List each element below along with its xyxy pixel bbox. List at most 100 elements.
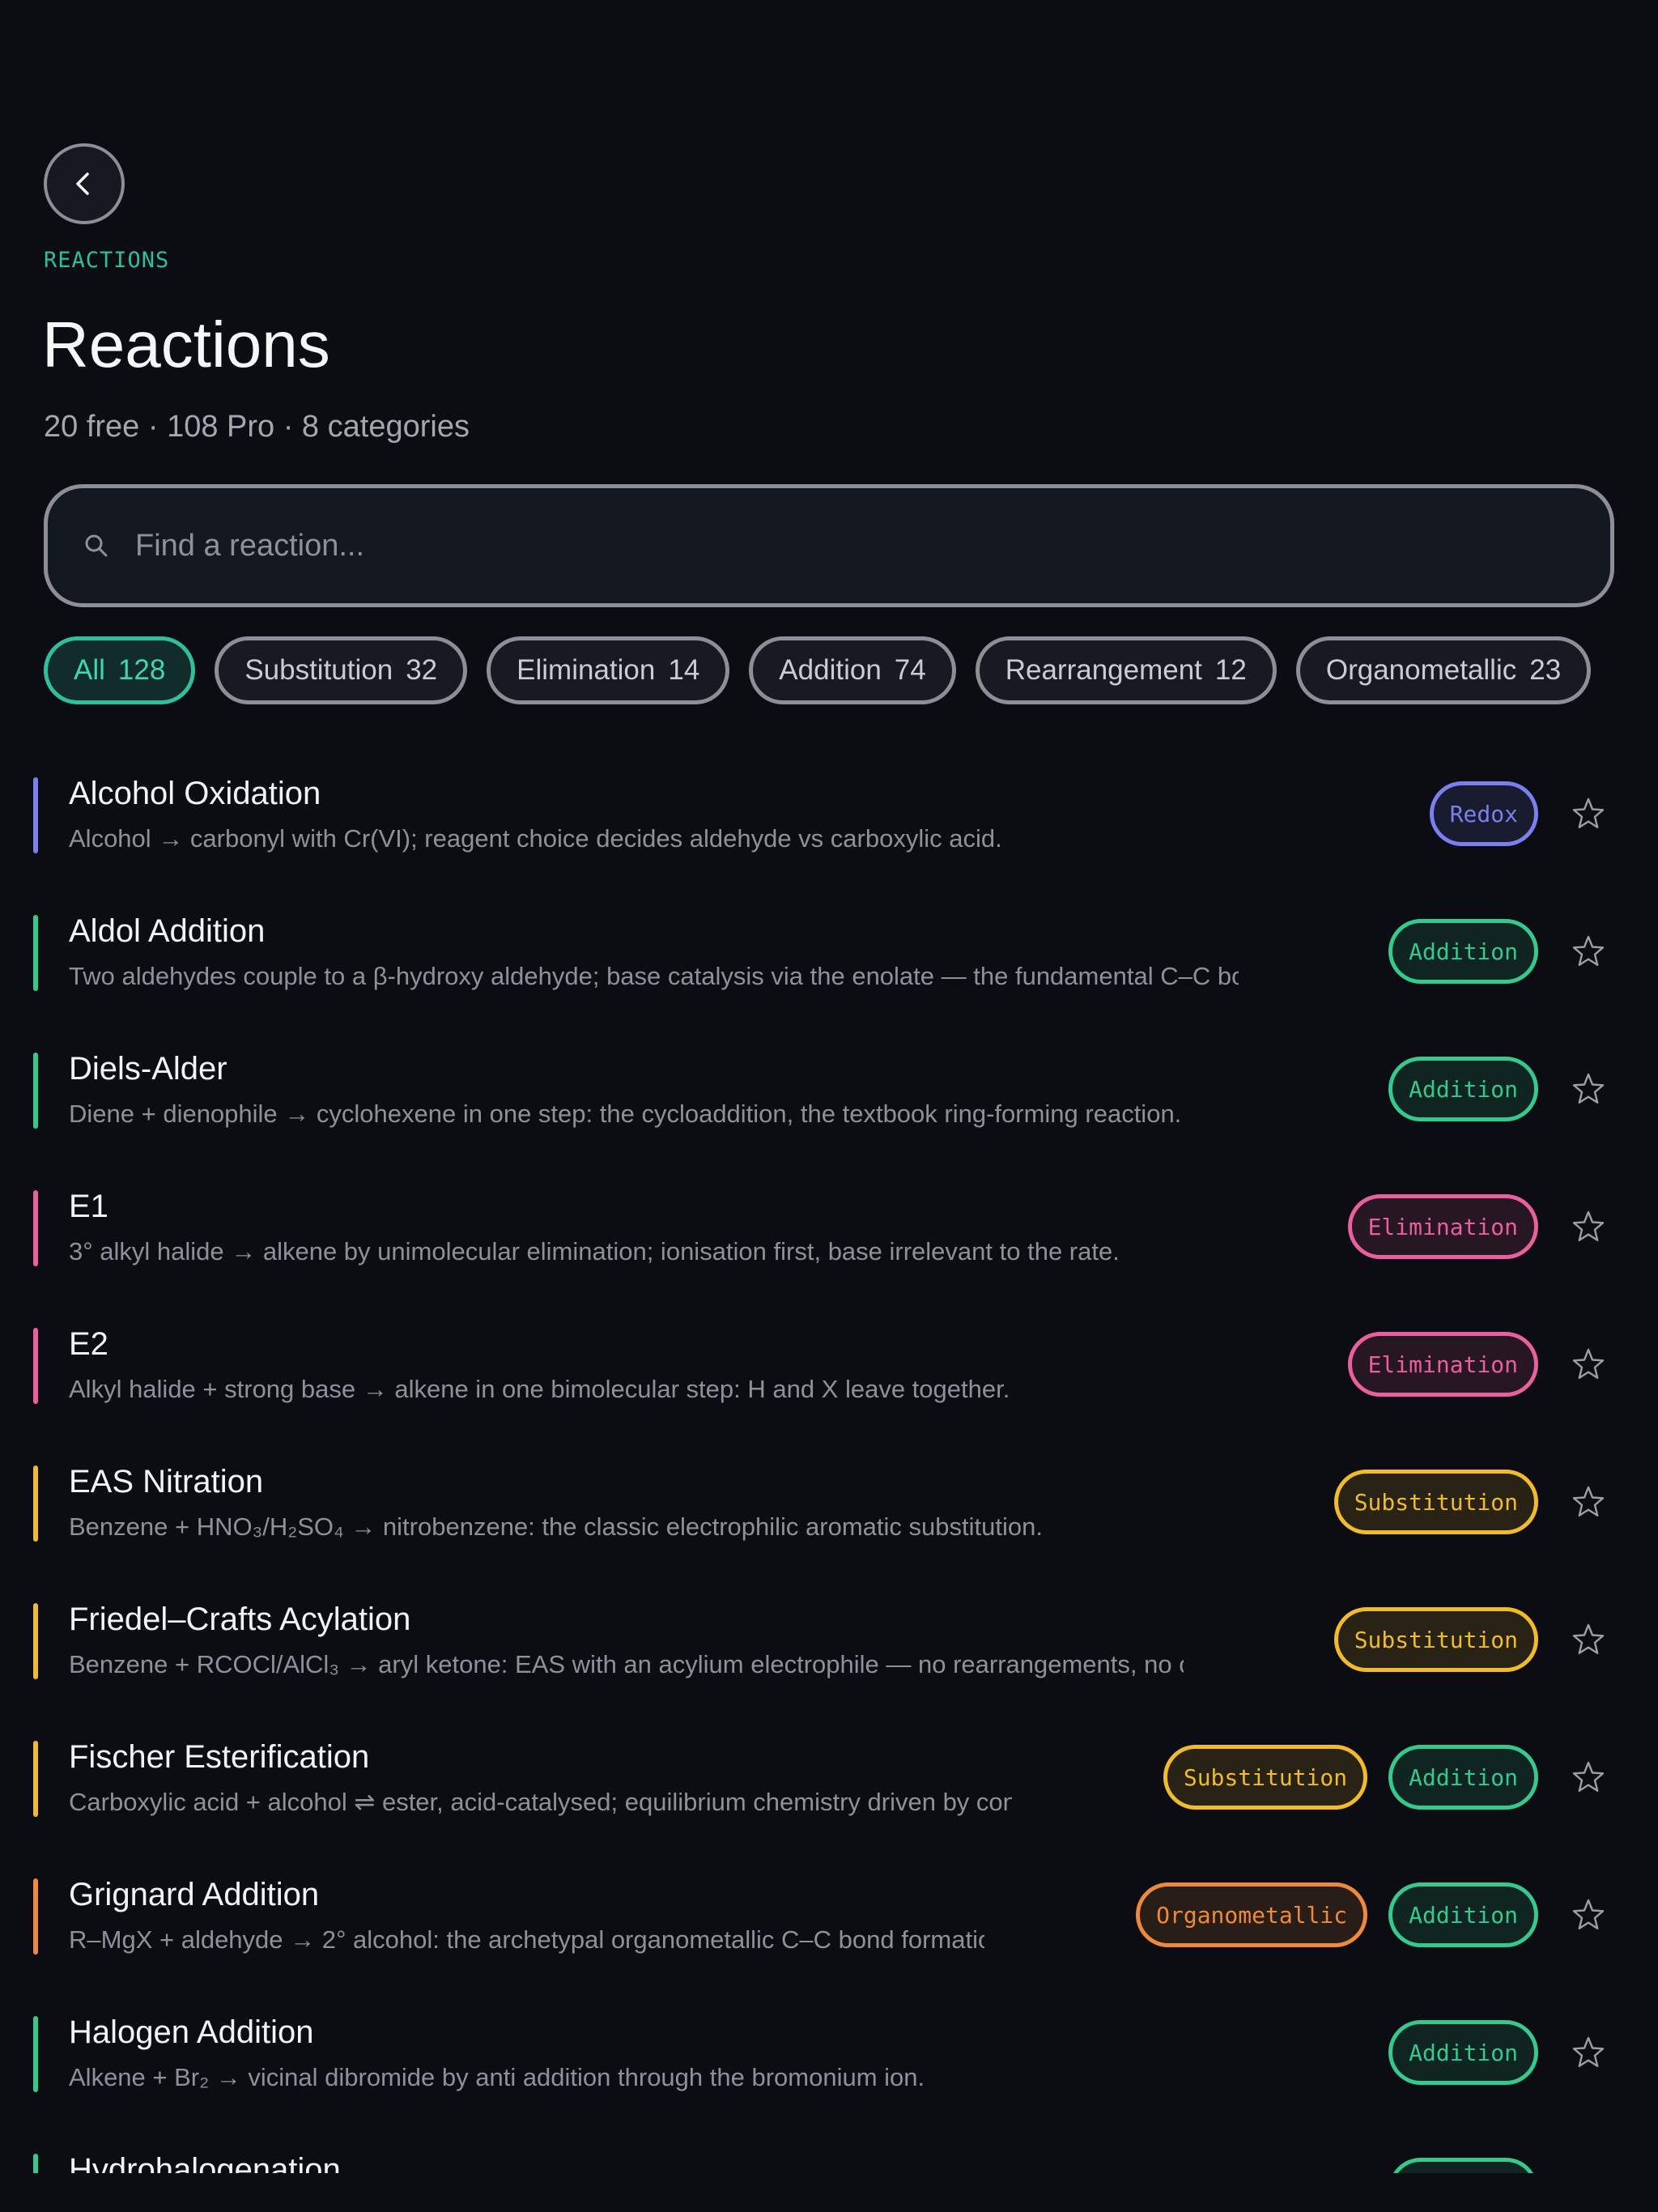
reaction-name: Fischer Esterification xyxy=(69,1739,370,1775)
reaction-row[interactable]: EAS Nitration Benzene + HNO₃/H₂SO₄ → nitr… xyxy=(0,1435,1658,1572)
category-tags: Addition xyxy=(1388,1057,1538,1121)
reaction-list: Alcohol Oxidation Alcohol → carbonyl with… xyxy=(0,747,1658,2173)
favorite-star-icon[interactable] xyxy=(1571,1209,1606,1244)
filter-chip-organometallic[interactable]: Organometallic 23 xyxy=(1295,636,1592,704)
category-color-bar xyxy=(33,1465,38,1542)
favorite-star-icon[interactable] xyxy=(1571,1346,1606,1382)
search-icon xyxy=(85,534,108,557)
filter-chip-label: Elimination xyxy=(517,654,656,686)
filter-chip-count: 23 xyxy=(1529,654,1562,686)
category-tags: Elimination xyxy=(1347,1194,1538,1259)
favorite-star-icon[interactable] xyxy=(1571,934,1606,969)
filter-chip-count: 12 xyxy=(1214,654,1247,686)
reaction-name: Alcohol Oxidation xyxy=(69,776,321,811)
back-button[interactable] xyxy=(44,143,125,224)
page-subtitle: 20 free · 108 Pro · 8 categories xyxy=(44,410,470,444)
filter-chip-addition[interactable]: Addition 74 xyxy=(749,636,956,704)
chevron-left-icon xyxy=(76,172,89,195)
search-bar[interactable] xyxy=(44,484,1614,607)
category-color-bar xyxy=(33,1878,38,1955)
filter-chip-all[interactable]: All 128 xyxy=(44,636,196,704)
favorite-star-icon[interactable] xyxy=(1571,2035,1606,2070)
reaction-description: Alkyl halide + strong base → alkene in o… xyxy=(69,1375,1010,1403)
reaction-name: Aldol Addition xyxy=(69,913,266,949)
reaction-row[interactable]: Halogen Addition Alkene + Br₂ → vicinal d… xyxy=(0,1985,1658,2123)
category-filter-bar: All 128 Substitution 32 Elimination 14 Additio… xyxy=(44,636,1614,704)
reaction-row[interactable]: E2 Alkyl halide + strong base → alkene in… xyxy=(0,1297,1658,1435)
search-input[interactable] xyxy=(134,527,1610,564)
category-tags: Substitution Addition xyxy=(1163,1745,1538,1810)
reaction-name: E2 xyxy=(69,1326,108,1362)
reaction-description: R–MgX + aldehyde → 2° alcohol: the arche… xyxy=(69,1925,984,1954)
category-tag-addition: Addition xyxy=(1388,1057,1538,1121)
category-tags: Substitution xyxy=(1333,1470,1538,1534)
section-overline: REACTIONS xyxy=(44,248,170,273)
reaction-name: Diels-Alder xyxy=(69,1051,227,1087)
filter-chip-count: 128 xyxy=(117,654,166,686)
reaction-name: Hydrohalogenation xyxy=(69,2152,341,2173)
reaction-row[interactable]: Grignard Addition R–MgX + aldehyde → 2° a… xyxy=(0,1848,1658,1985)
favorite-star-icon[interactable] xyxy=(1571,1071,1606,1107)
reaction-description: Alkene + Br₂ → vicinal dibromide by anti… xyxy=(69,2063,925,2091)
category-color-bar xyxy=(33,915,38,991)
reaction-description: Carboxylic acid + alcohol ⇌ ester, acid-… xyxy=(69,1788,1012,1816)
category-color-bar xyxy=(33,777,38,853)
favorite-star-icon[interactable] xyxy=(1571,1759,1606,1795)
filter-chip-substitution[interactable]: Substitution 32 xyxy=(215,636,468,704)
favorite-star-icon[interactable] xyxy=(1571,1897,1606,1933)
reaction-row[interactable]: E1 3° alkyl halide → alkene by unimolecul… xyxy=(0,1159,1658,1297)
category-tag-addition: Addition xyxy=(1388,2020,1538,2085)
reaction-row[interactable]: Fischer Esterification Carboxylic acid + … xyxy=(0,1710,1658,1848)
page-title: Reactions xyxy=(42,308,330,381)
filter-chip-rearrangement[interactable]: Rearrangement 12 xyxy=(975,636,1277,704)
category-color-bar xyxy=(33,2016,38,2092)
filter-chip-count: 32 xyxy=(406,654,438,686)
category-color-bar xyxy=(33,1190,38,1266)
category-tag-organometallic: Organometallic xyxy=(1136,1882,1368,1947)
reaction-description: Benzene + RCOCl/AlCl₃ → aryl ketone: EAS… xyxy=(69,1650,1184,1678)
category-tag-elimination: Elimination xyxy=(1347,1332,1538,1397)
reaction-name: E1 xyxy=(69,1189,108,1224)
category-color-bar xyxy=(33,1053,38,1129)
category-tag-addition: Addition xyxy=(1388,2158,1538,2173)
filter-chip-label: Organometallic xyxy=(1325,654,1517,686)
category-color-bar xyxy=(33,1741,38,1817)
reaction-row[interactable]: Friedel–Crafts Acylation Benzene + RCOCl/… xyxy=(0,1572,1658,1710)
category-tags: Addition xyxy=(1388,919,1538,984)
reaction-description: Benzene + HNO₃/H₂SO₄ → nitrobenzene: the… xyxy=(69,1512,1043,1541)
category-color-bar xyxy=(33,1328,38,1404)
category-tag-addition: Addition xyxy=(1388,919,1538,984)
category-color-bar xyxy=(33,2154,38,2173)
category-tags: Addition xyxy=(1388,2020,1538,2085)
reaction-description: Diene + dienophile → cyclohexene in one … xyxy=(69,1100,1182,1128)
category-tags: Substitution xyxy=(1333,1607,1538,1672)
reaction-row[interactable]: Alcohol Oxidation Alcohol → carbonyl with… xyxy=(0,747,1658,884)
category-tag-elimination: Elimination xyxy=(1347,1194,1538,1259)
category-tags: Elimination xyxy=(1347,1332,1538,1397)
reaction-name: Halogen Addition xyxy=(69,2014,314,2050)
favorite-star-icon[interactable] xyxy=(1571,2172,1606,2173)
filter-chip-count: 74 xyxy=(894,654,926,686)
favorite-star-icon[interactable] xyxy=(1571,1484,1606,1520)
category-tag-substitution: Substitution xyxy=(1333,1607,1538,1672)
category-tags: Addition xyxy=(1388,2158,1538,2173)
favorite-star-icon[interactable] xyxy=(1571,1622,1606,1657)
filter-chip-label: All xyxy=(74,654,105,686)
reaction-row[interactable]: Diels-Alder Diene + dienophile → cyclohex… xyxy=(0,1022,1658,1159)
reaction-name: EAS Nitration xyxy=(69,1464,264,1499)
category-tag-substitution: Substitution xyxy=(1333,1470,1538,1534)
category-tags: Organometallic Addition xyxy=(1136,1882,1538,1947)
reaction-description: Alcohol → carbonyl with Cr(VI); reagent … xyxy=(69,824,1002,853)
category-tag-redox: Redox xyxy=(1429,781,1538,846)
filter-chip-label: Substitution xyxy=(244,654,393,686)
reaction-name: Grignard Addition xyxy=(69,1877,320,1912)
filter-chip-label: Addition xyxy=(779,654,882,686)
reaction-row[interactable]: Aldol Addition Two aldehydes couple to a … xyxy=(0,884,1658,1022)
filter-chip-elimination[interactable]: Elimination 14 xyxy=(487,636,730,704)
filter-chip-count: 14 xyxy=(668,654,700,686)
category-tag-addition: Addition xyxy=(1388,1745,1538,1810)
favorite-star-icon[interactable] xyxy=(1571,796,1606,832)
reaction-row[interactable]: Hydrohalogenation Addition xyxy=(0,2123,1658,2173)
reaction-name: Friedel–Crafts Acylation xyxy=(69,1602,411,1637)
category-tag-addition: Addition xyxy=(1388,1882,1538,1947)
